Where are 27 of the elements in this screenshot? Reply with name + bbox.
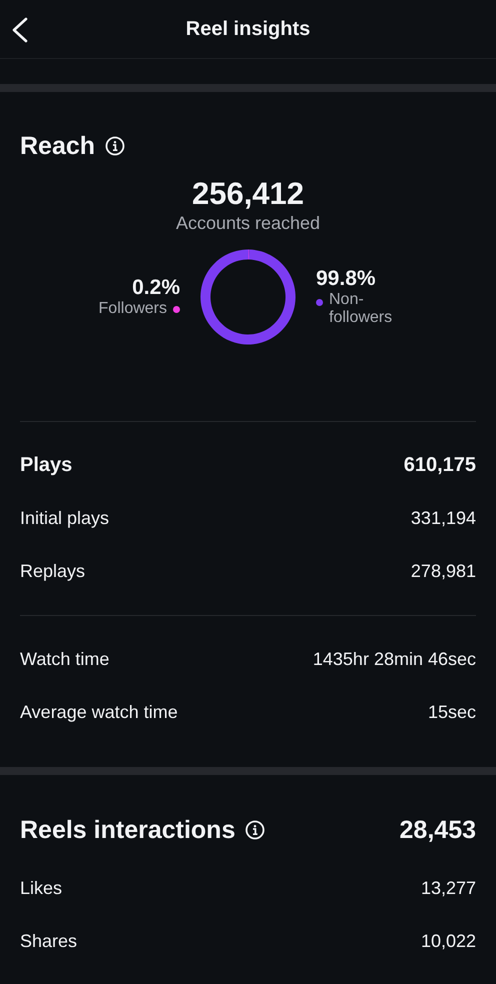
stat-value: 610,175 [404, 454, 476, 477]
reach-label: Accounts reached [176, 213, 320, 233]
legend-label: Non-followers [329, 291, 394, 327]
stat-label: Initial plays [20, 508, 110, 529]
back-icon[interactable] [10, 16, 30, 44]
stat-label: Likes [20, 878, 62, 899]
interactions-count: 28,453 [400, 816, 476, 844]
section-title: Reach [20, 132, 96, 160]
info-icon[interactable] [105, 136, 126, 156]
legend-percent: 99.8% [316, 267, 376, 291]
stat-value: 331,194 [410, 508, 476, 529]
page-title: Reel insights [186, 18, 310, 40]
stat-value: 1435hr 28min 46sec [312, 649, 476, 670]
stat-label: Average watch time [20, 702, 178, 723]
info-icon[interactable] [245, 820, 266, 840]
stat-label: Shares [20, 931, 78, 952]
reach-count: 256,412 [192, 176, 304, 211]
legend-percent: 0.2% [132, 276, 180, 300]
stat-label: Replays [20, 561, 86, 582]
stat-value: 13,277 [420, 878, 476, 899]
section-title: Reels interactions [20, 816, 236, 844]
stat-value: 10,022 [420, 931, 476, 952]
stat-value: 278,981 [410, 561, 476, 582]
legend-label: Followers [98, 300, 167, 318]
stat-label: Plays [20, 454, 72, 477]
stat-label: Watch time [20, 649, 110, 670]
stat-value: 15sec [428, 702, 476, 723]
